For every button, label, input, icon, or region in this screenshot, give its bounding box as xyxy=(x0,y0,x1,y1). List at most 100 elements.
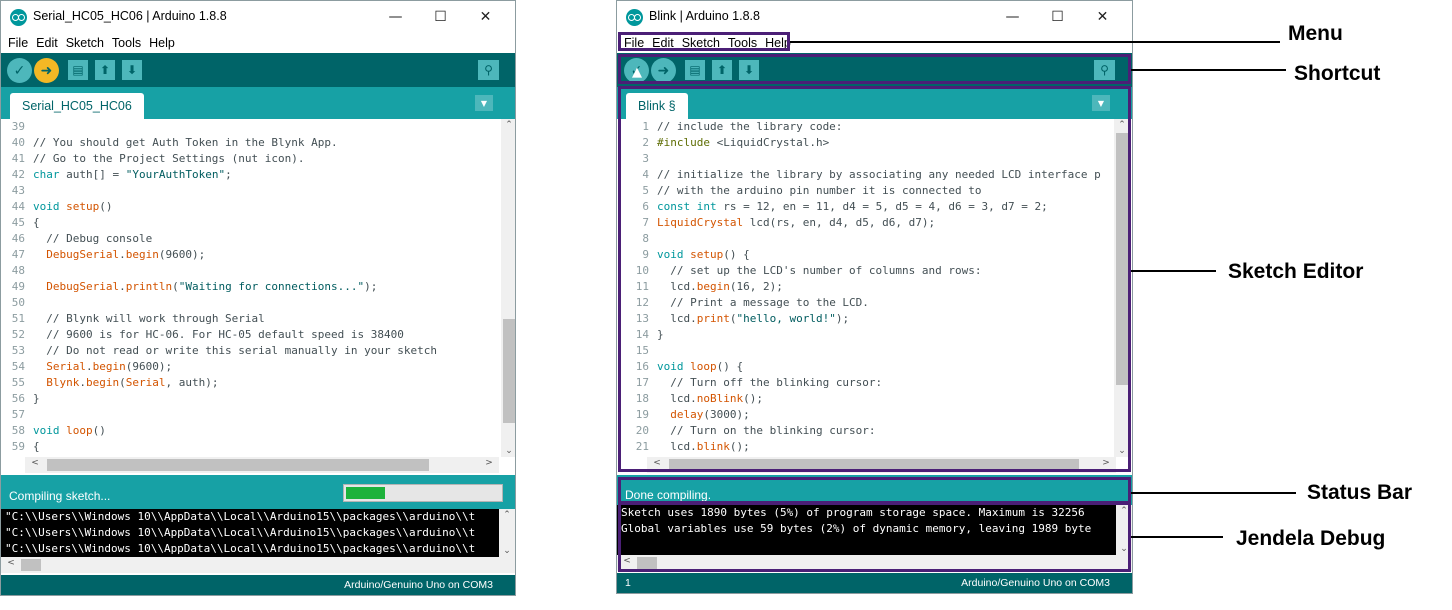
code-text: // You should get Auth Token in the Blyn… xyxy=(33,136,338,149)
left-arduino-window: Serial_HC05_HC06 | Arduino 1.8.8 — ☐ ✕ F… xyxy=(0,0,516,596)
vertical-scrollbar[interactable]: ⌃ ⌄ xyxy=(501,119,515,457)
line-number: 1 xyxy=(625,577,631,589)
scroll-right-icon[interactable]: > xyxy=(481,458,497,468)
console-output[interactable]: "C:\\Users\\Windows 10\\AppData\\Local\\… xyxy=(1,509,515,557)
debug-window-highlight-box xyxy=(618,502,1131,572)
code-line[interactable]: 44 void setup() xyxy=(9,199,501,215)
code-text: DebugSerial.begin(9600); xyxy=(46,248,206,261)
save-down-arrow-icon: ⬇ xyxy=(126,63,138,77)
scroll-thumb[interactable] xyxy=(21,559,41,571)
tab-sketch[interactable]: Serial_HC05_HC06 xyxy=(10,93,144,119)
status-bar-callout: Status Bar xyxy=(1307,481,1413,504)
serial-monitor-button[interactable]: ⚲ xyxy=(478,60,499,80)
close-button[interactable]: ✕ xyxy=(463,1,508,33)
scroll-left-icon[interactable]: < xyxy=(3,558,19,568)
code-text: // Do not read or write this serial manu… xyxy=(46,344,437,357)
close-button[interactable]: ✕ xyxy=(1080,1,1125,33)
scroll-thumb[interactable] xyxy=(47,459,429,471)
code-text: { xyxy=(33,440,40,453)
upload-button[interactable]: ➜ xyxy=(34,58,59,83)
scroll-down-icon[interactable]: ⌄ xyxy=(499,546,515,556)
code-text: DebugSerial.println("Waiting for connect… xyxy=(46,280,378,293)
code-line[interactable]: 59 { xyxy=(9,439,501,455)
check-icon: ✓ xyxy=(13,62,26,79)
shortcut-leader-line xyxy=(1131,69,1286,71)
maximize-button[interactable]: ☐ xyxy=(1035,1,1080,33)
code-line[interactable]: 41 // Go to the Project Settings (nut ico… xyxy=(9,151,501,167)
sketch-editor-leader-line xyxy=(1131,270,1216,272)
line-number-label: 40 xyxy=(11,136,25,149)
shortcut-highlight-box xyxy=(618,54,1131,84)
verify-button[interactable]: ✓ xyxy=(7,58,32,83)
line-number-label: 39 xyxy=(11,120,25,133)
code-line[interactable]: 43 xyxy=(9,183,501,199)
code-line[interactable]: 56} xyxy=(9,391,501,407)
line-number-label: 53 xyxy=(11,344,25,357)
line-number-label: 58 xyxy=(11,424,25,437)
code-line[interactable]: 48 xyxy=(9,263,501,279)
code-text: { xyxy=(33,216,40,229)
scroll-up-icon[interactable]: ⌃ xyxy=(499,510,515,520)
code-line[interactable]: 58 void loop() xyxy=(9,423,501,439)
open-button[interactable]: ⬆ xyxy=(95,60,115,80)
console-vertical-scrollbar[interactable]: ⌃ ⌄ xyxy=(499,509,515,557)
maximize-button[interactable]: ☐ xyxy=(418,1,463,33)
code-line[interactable]: 51 // Blynk will work through Serial xyxy=(9,311,501,327)
console-horizontal-scrollbar[interactable]: < xyxy=(1,557,515,573)
minimize-button[interactable]: — xyxy=(990,1,1035,33)
new-file-icon: ▤ xyxy=(72,63,84,77)
code-line[interactable]: 39 xyxy=(9,119,501,135)
code-text: } xyxy=(33,392,40,405)
code-editor[interactable]: 39 40 // You should get Auth Token in the … xyxy=(9,119,515,457)
scroll-thumb[interactable] xyxy=(503,319,515,423)
status-bar-highlight-box xyxy=(618,477,1131,504)
line-number-label: 55 xyxy=(11,376,25,389)
line-number-label: 47 xyxy=(11,248,25,261)
window-title: Blink | Arduino 1.8.8 xyxy=(649,9,760,23)
tab-menu-button[interactable]: ▼ xyxy=(475,95,493,111)
toolbar: ✓ ➜ ▤ ⬆ ⬇ ⚲ xyxy=(1,53,515,87)
minimize-button[interactable]: — xyxy=(373,1,418,33)
code-line[interactable]: 45 { xyxy=(9,215,501,231)
code-line[interactable]: 55 Blynk.begin(Serial, auth); xyxy=(9,375,501,391)
menu-callout: Menu xyxy=(1288,22,1343,45)
horizontal-scrollbar[interactable]: < > xyxy=(25,457,499,473)
code-text: // Go to the Project Settings (nut icon)… xyxy=(33,152,305,165)
code-line[interactable]: 47 DebugSerial.begin(9600); xyxy=(9,247,501,263)
debug-window-callout: Jendela Debug xyxy=(1236,527,1386,550)
line-number-label: 49 xyxy=(11,280,25,293)
code-text: void loop() xyxy=(33,424,106,437)
footer-bar: Arduino/Genuino Uno on COM3 xyxy=(1,575,515,595)
scroll-up-icon[interactable]: ⌃ xyxy=(501,120,515,130)
code-line[interactable]: 42 char auth[] = "YourAuthToken"; xyxy=(9,167,501,183)
code-line[interactable]: 46 // Debug console xyxy=(9,231,501,247)
status-bar: Compiling sketch... xyxy=(1,475,515,509)
code-line[interactable]: 54 Serial.begin(9600); xyxy=(9,359,501,375)
magnifier-icon: ⚲ xyxy=(484,63,493,77)
code-line[interactable]: 49 DebugSerial.println("Waiting for conn… xyxy=(9,279,501,295)
menu-tools[interactable]: Tools xyxy=(108,36,145,50)
menu-sketch[interactable]: Sketch xyxy=(62,36,108,50)
window-title: Serial_HC05_HC06 | Arduino 1.8.8 xyxy=(33,9,227,23)
menu-edit[interactable]: Edit xyxy=(32,36,62,50)
save-button[interactable]: ⬇ xyxy=(122,60,142,80)
menu-file[interactable]: File xyxy=(4,36,32,50)
title-bar: Serial_HC05_HC06 | Arduino 1.8.8 — ☐ ✕ xyxy=(1,1,515,33)
code-line[interactable]: 53 // Do not read or write this serial m… xyxy=(9,343,501,359)
code-text: void setup() xyxy=(33,200,113,213)
code-text: // Debug console xyxy=(46,232,153,245)
code-line[interactable]: 40 // You should get Auth Token in the Bl… xyxy=(9,135,501,151)
status-bar-leader-line xyxy=(1131,492,1296,494)
code-area[interactable]: 39 40 // You should get Auth Token in the … xyxy=(9,119,501,457)
code-line[interactable]: 57 xyxy=(9,407,501,423)
scroll-down-icon[interactable]: ⌄ xyxy=(501,446,515,456)
scroll-left-icon[interactable]: < xyxy=(27,458,43,468)
console-line: "C:\\Users\\Windows 10\\AppData\\Local\\… xyxy=(5,526,476,539)
new-button[interactable]: ▤ xyxy=(68,60,88,80)
menu-help[interactable]: Help xyxy=(145,36,179,50)
line-number-label: 51 xyxy=(11,312,25,325)
console-line: "C:\\Users\\Windows 10\\AppData\\Local\\… xyxy=(5,542,476,555)
code-line[interactable]: 50 xyxy=(9,295,501,311)
arduino-logo-icon xyxy=(10,9,27,26)
code-line[interactable]: 52 // 9600 is for HC-06. For HC-05 defau… xyxy=(9,327,501,343)
